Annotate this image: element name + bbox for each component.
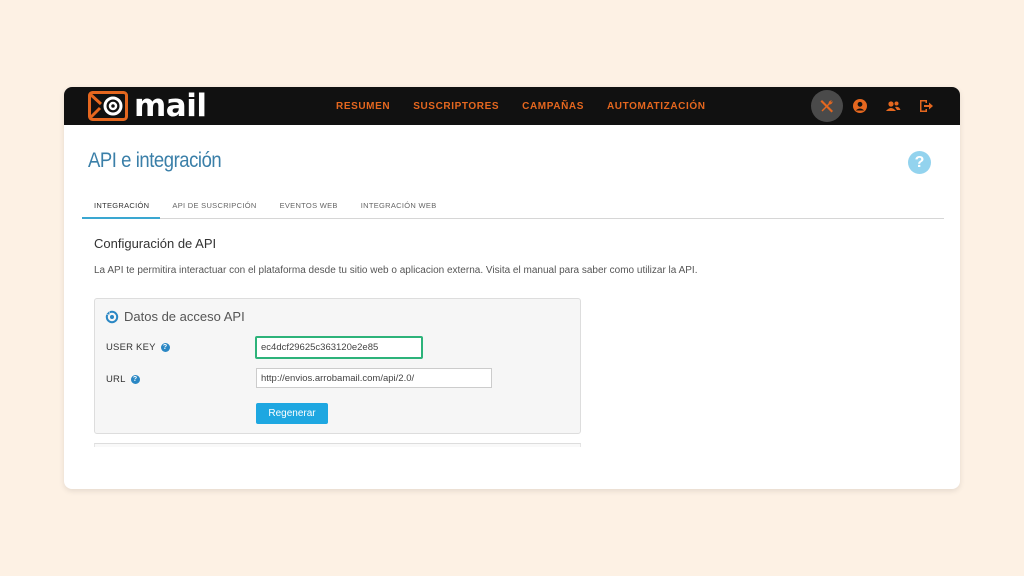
tab-integracion-web[interactable]: INTEGRACIÓN WEB	[349, 194, 448, 219]
panel-header: Datos de acceso API	[105, 309, 245, 324]
panel-title: Datos de acceso API	[124, 309, 245, 324]
nav-suscriptores[interactable]: SUSCRIPTORES	[413, 101, 499, 112]
help-icon[interactable]: ?	[908, 151, 931, 174]
logo-mail-at-icon	[88, 91, 128, 121]
user-key-label-row: USER KEY ?	[106, 342, 170, 353]
tab-bar: INTEGRACIÓN API DE SUSCRIPCIÓN EVENTOS W…	[82, 194, 944, 219]
url-label-row: URL ?	[106, 374, 140, 385]
tools-icon[interactable]	[811, 90, 843, 122]
user-icon[interactable]	[844, 90, 876, 122]
regenerate-button[interactable]: Regenerar	[256, 403, 328, 424]
top-icons	[810, 87, 942, 125]
users-icon[interactable]	[877, 90, 909, 122]
refresh-icon	[105, 309, 119, 323]
tab-integracion[interactable]: INTEGRACIÓN	[82, 194, 161, 219]
url-label: URL	[106, 374, 126, 385]
logo[interactable]: mail	[88, 88, 207, 124]
main-nav: RESUMEN SUSCRIPTORES CAMPAÑAS AUTOMATIZA…	[336, 87, 729, 125]
url-field[interactable]: http://envios.arrobamail.com/api/2.0/	[256, 368, 492, 388]
user-key-label: USER KEY	[106, 342, 156, 353]
tab-api-suscripcion[interactable]: API DE SUSCRIPCIÓN	[160, 194, 267, 219]
tab-eventos-web[interactable]: EVENTOS WEB	[268, 194, 349, 219]
nav-campanas[interactable]: CAMPAÑAS	[522, 101, 584, 112]
section-description: La API te permitira interactuar con el p…	[94, 265, 698, 276]
user-key-field[interactable]: ec4dcf29625c363120e2e85	[255, 336, 423, 359]
logo-text: mail	[134, 88, 207, 124]
page-title: API e integración	[88, 149, 222, 172]
panel-divider	[94, 443, 581, 447]
section-title: Configuración de API	[94, 236, 217, 251]
main-card: mail RESUMEN SUSCRIPTORES CAMPAÑAS AUTOM…	[64, 87, 960, 489]
nav-automatizacion[interactable]: AUTOMATIZACIÓN	[607, 101, 706, 112]
top-navbar: mail RESUMEN SUSCRIPTORES CAMPAÑAS AUTOM…	[64, 87, 960, 125]
api-access-panel: Datos de acceso API USER KEY ? ec4dcf296…	[94, 298, 581, 434]
url-help-icon[interactable]: ?	[130, 375, 140, 384]
logout-icon[interactable]	[910, 90, 942, 122]
user-key-help-icon[interactable]: ?	[160, 343, 170, 352]
nav-resumen[interactable]: RESUMEN	[336, 101, 390, 112]
